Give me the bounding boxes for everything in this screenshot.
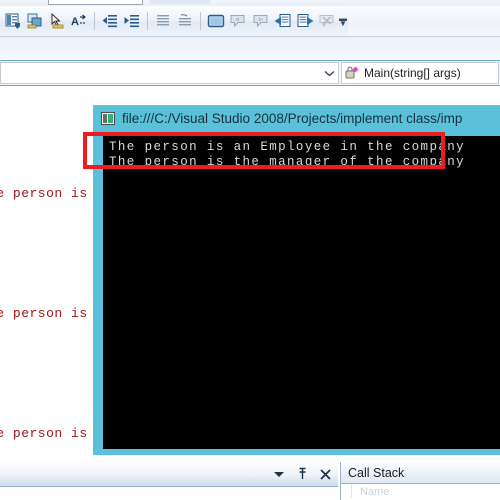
clear-bookmarks-icon[interactable] xyxy=(316,9,338,33)
code-string-fragment: he person is xyxy=(0,306,88,321)
console-window-icon xyxy=(101,111,115,125)
toolbar-overflow-icon[interactable]: ▬ ▼ xyxy=(338,9,348,33)
console-line: The person is an Employee in the company xyxy=(109,140,466,154)
method-dropdown-value: Main(string[] args) xyxy=(364,66,461,80)
call-stack-pane: Call Stack Name xyxy=(340,462,500,500)
column-divider xyxy=(351,485,352,498)
previous-bookmark-in-folder-icon[interactable] xyxy=(272,9,294,33)
console-window-title: file:///C:/Visual Studio 2008/Projects/i… xyxy=(122,110,463,126)
tab-call-stack-label: Call Stack xyxy=(348,465,405,480)
active-document-tab[interactable] xyxy=(48,0,143,5)
output-pane-header xyxy=(0,462,338,487)
comment-block-icon[interactable] xyxy=(152,9,174,33)
select-tool-icon[interactable] xyxy=(46,9,68,33)
decrease-indent-icon[interactable] xyxy=(99,9,121,33)
method-icon xyxy=(344,65,360,81)
chevron-down-icon[interactable] xyxy=(321,70,338,77)
code-string-fragment: he person is xyxy=(0,426,88,441)
toolbar-tray-band xyxy=(0,37,500,60)
text-editor-toolbar: A ▬ ▼ xyxy=(0,6,348,37)
toolbar-separator xyxy=(147,12,149,30)
toggle-bookmark-icon[interactable] xyxy=(205,9,227,33)
toolbar-separator xyxy=(200,12,202,30)
editor-navigation-bar: Main(string[] args) xyxy=(0,60,500,86)
visual-studio-window: A ▬ ▼ Main(string[] args) e person is e … xyxy=(0,0,500,500)
bottom-dock: Call Stack Name xyxy=(0,462,500,500)
console-output-window[interactable]: file:///C:/Visual Studio 2008/Projects/i… xyxy=(93,105,500,455)
code-string-fragment: he person is xyxy=(0,186,88,201)
class-dropdown[interactable] xyxy=(0,62,339,84)
console-line: The person is the manager of the company xyxy=(109,155,466,169)
close-icon[interactable] xyxy=(315,464,335,484)
increase-indent-icon[interactable] xyxy=(121,9,143,33)
output-pane-body xyxy=(0,487,338,500)
toolbar-overflow-chevron: ▼ xyxy=(338,19,347,28)
call-stack-column-name: Name xyxy=(360,485,390,498)
inactive-document-tab[interactable] xyxy=(150,0,210,4)
next-bookmark-in-folder-icon[interactable] xyxy=(294,9,316,33)
tab-call-stack[interactable]: Call Stack xyxy=(341,462,500,484)
call-stack-column-header-row: Name xyxy=(341,484,500,499)
svg-text:A: A xyxy=(71,16,79,28)
console-text-area: The person is an Employee in the company… xyxy=(103,136,500,449)
pane-menu-chevron-down-icon[interactable] xyxy=(269,464,289,484)
font-size-icon[interactable]: A xyxy=(68,9,90,33)
pin-icon[interactable] xyxy=(292,464,312,484)
uncomment-block-icon[interactable] xyxy=(174,9,196,33)
previous-bookmark-icon[interactable] xyxy=(227,9,249,33)
console-title-bar[interactable]: file:///C:/Visual Studio 2008/Projects/i… xyxy=(93,105,500,131)
toggle-all-outlining-icon[interactable] xyxy=(24,9,46,33)
toolbar-empty-area xyxy=(348,6,500,37)
next-bookmark-icon[interactable] xyxy=(249,9,271,33)
toolbar-separator xyxy=(94,12,96,30)
method-dropdown[interactable]: Main(string[] args) xyxy=(341,62,499,84)
display-management-classes-icon[interactable] xyxy=(2,9,24,33)
